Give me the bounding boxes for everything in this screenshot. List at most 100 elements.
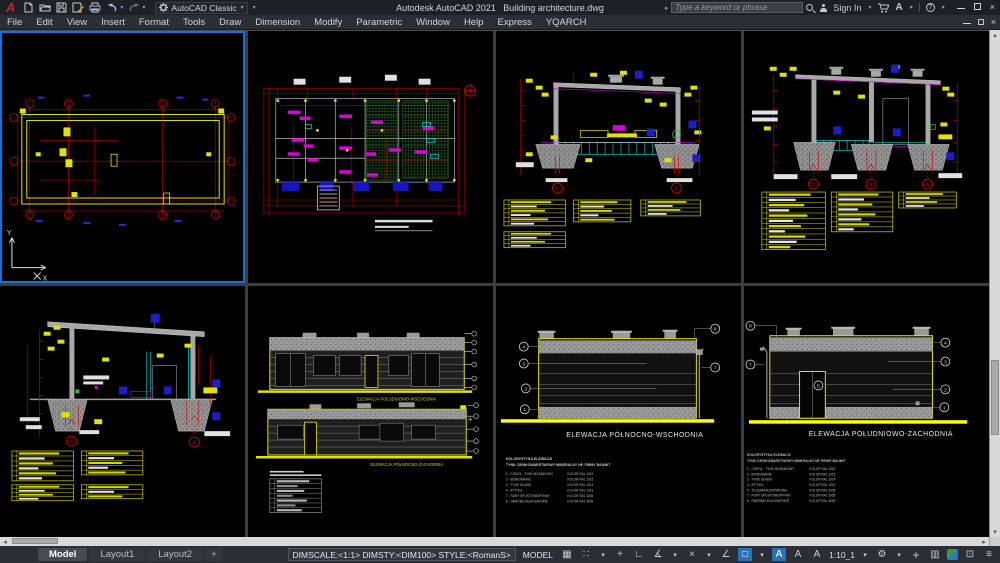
tab-add-layout[interactable]: + — [205, 548, 223, 561]
legend-table — [573, 200, 631, 222]
annotation-scale-value[interactable]: 1:10_1 — [829, 550, 855, 560]
svg-text:2: 2 — [944, 387, 947, 393]
autodesk-account-icon[interactable]: A — [895, 2, 902, 13]
sign-in-button[interactable]: Sign In — [833, 3, 861, 13]
menu-format[interactable]: Format — [132, 15, 176, 30]
menu-express[interactable]: Express — [490, 15, 538, 30]
close-button[interactable]: × — [990, 3, 995, 12]
graphics-performance-icon[interactable] — [947, 549, 958, 560]
workspace-selector[interactable]: AutoCAD Classic ▾ — [155, 2, 247, 14]
help-caret[interactable]: ▾ — [942, 4, 945, 11]
grid-display-icon[interactable]: ▦ — [560, 548, 574, 561]
horizontal-scroll-thumb[interactable] — [12, 538, 58, 544]
autocad-logo[interactable]: A — [0, 1, 23, 14]
osnap-dropdown-caret[interactable]: ▾ — [757, 548, 767, 561]
vertical-scroll-thumb[interactable] — [991, 360, 999, 435]
redo-icon[interactable]: ▾ — [128, 3, 145, 13]
vertical-scrollbar[interactable]: ▴ ▾ — [989, 30, 1000, 537]
menu-help[interactable]: Help — [457, 15, 491, 30]
help-icon[interactable]: ? — [926, 3, 935, 12]
svg-text:C: C — [811, 183, 815, 189]
menu-view[interactable]: View — [60, 15, 94, 30]
dynamic-input-icon[interactable]: + — [613, 548, 627, 561]
viewport-section-1[interactable]: C A — [496, 31, 741, 283]
menu-tools[interactable]: Tools — [176, 15, 212, 30]
viewport-elevations-pair[interactable]: ELEWACJA POŁUDNIOWO-WSCHODNIA ELEWACJA P… — [248, 286, 493, 538]
menu-bar: File Edit View Insert Format Tools Draw … — [0, 15, 1000, 30]
annotation-scale-icon[interactable]: A — [810, 548, 824, 561]
menu-modify[interactable]: Modify — [307, 15, 349, 30]
open-folder-icon[interactable] — [39, 2, 51, 13]
tab-model[interactable]: Model — [38, 548, 87, 561]
menu-dimension[interactable]: Dimension — [248, 15, 307, 30]
annotation-autoscale-icon[interactable]: A — [791, 548, 805, 561]
ucs-icon — [9, 238, 45, 280]
doc-restore-button[interactable] — [978, 17, 984, 28]
snap-mode-icon[interactable]: ∷ — [579, 548, 593, 561]
minimize-button[interactable] — [957, 3, 965, 12]
elevation-ne-drawing: 4 3 2 1 8 7 ELEWACJA PÓŁNOCNO-WSCHODNIA … — [496, 286, 741, 538]
legend-table — [899, 192, 957, 208]
isolate-objects-icon[interactable]: ▥ — [928, 548, 942, 561]
menu-draw[interactable]: Draw — [212, 15, 248, 30]
new-file-icon[interactable] — [23, 2, 34, 13]
menu-file[interactable]: File — [0, 15, 29, 30]
tab-layout1[interactable]: Layout1 — [89, 548, 145, 561]
snap-dropdown-caret[interactable]: ▾ — [598, 548, 608, 561]
menu-edit[interactable]: Edit — [29, 15, 59, 30]
workspace-dropdown-caret[interactable]: ▾ — [241, 4, 244, 11]
doc-close-button[interactable]: × — [991, 17, 996, 27]
search-expand-icon[interactable]: ▸ — [665, 4, 669, 12]
viewport-section-2[interactable]: C B A — [744, 31, 989, 283]
svg-text:3: 3 — [522, 361, 525, 367]
undo-dropdown-caret[interactable]: ▾ — [120, 4, 123, 11]
search-icon[interactable] — [806, 4, 813, 11]
clean-screen-icon[interactable]: ⊡ — [963, 548, 977, 561]
viewport-elevation-ne[interactable]: 4 3 2 1 8 7 ELEWACJA PÓŁNOCNO-WSCHODNIA … — [496, 286, 741, 538]
otrack-dropdown-caret[interactable]: ▾ — [704, 548, 714, 561]
plot-icon[interactable] — [89, 2, 101, 13]
viewport-foundation-plan[interactable]: Y X — [0, 31, 245, 283]
polar-dropdown-caret[interactable]: ▾ — [670, 548, 680, 561]
save-as-icon[interactable] — [72, 2, 84, 13]
scroll-left-arrow[interactable]: ◂ — [0, 538, 10, 546]
scroll-right-arrow[interactable]: ▸ — [979, 538, 989, 546]
qat-menu-caret[interactable]: ▾ — [253, 4, 256, 11]
search-input[interactable] — [671, 2, 803, 13]
lineweight-icon[interactable]: ∠ — [719, 548, 733, 561]
maximize-button[interactable] — [974, 3, 981, 12]
menu-yqarch[interactable]: YQARCH — [539, 15, 594, 30]
annotation-visibility-icon[interactable]: A — [772, 548, 786, 561]
horizontal-scrollbar[interactable]: ◂ ▸ — [0, 537, 989, 546]
workspace-gear-icon[interactable]: ⚙ — [875, 548, 889, 561]
menu-parametric[interactable]: Parametric — [349, 15, 409, 30]
crosshair-icon[interactable]: + — [909, 548, 923, 561]
doc-minimize-button[interactable] — [963, 17, 971, 28]
app-store-cart-icon[interactable] — [877, 3, 889, 13]
svg-text:X: X — [43, 276, 48, 283]
workspace-dropdown-caret[interactable]: ▾ — [894, 548, 904, 561]
legend-table — [504, 200, 565, 226]
ortho-mode-icon[interactable]: ∟ — [632, 548, 646, 561]
menu-window[interactable]: Window — [409, 15, 457, 30]
viewport-floor-plan[interactable] — [248, 31, 493, 283]
object-snap-icon[interactable]: □ — [738, 548, 752, 561]
viewport-elevation-sw[interactable]: 8 7 4 3 2 1 5 ELEWACJA POŁUDNIOWO-ZACHOD… — [744, 286, 989, 538]
redo-dropdown-caret[interactable]: ▾ — [142, 4, 145, 11]
svg-text:KOLOR RAL 3005: KOLOR RAL 3005 — [809, 493, 835, 497]
viewport-section-3[interactable]: C A — [0, 286, 245, 538]
save-icon[interactable] — [56, 2, 67, 13]
polar-tracking-icon[interactable]: ∡ — [651, 548, 665, 561]
undo-icon[interactable]: ▾ — [106, 3, 123, 13]
customization-menu-icon[interactable]: ≡ — [982, 548, 996, 561]
object-snap-tracking-icon[interactable]: × — [685, 548, 699, 561]
status-bar: Model Layout1 Layout2 + DIMSCALE:<1:1> D… — [0, 546, 1000, 563]
scroll-down-arrow[interactable]: ▾ — [993, 527, 997, 537]
scroll-up-arrow[interactable]: ▴ — [993, 30, 997, 40]
model-space-button[interactable]: MODEL — [521, 550, 555, 560]
menu-insert[interactable]: Insert — [94, 15, 132, 30]
sign-in-caret[interactable]: ▾ — [868, 4, 871, 11]
account-caret[interactable]: ▾ — [910, 4, 913, 11]
scale-dropdown-caret[interactable]: ▾ — [860, 548, 870, 561]
tab-layout2[interactable]: Layout2 — [147, 548, 203, 561]
